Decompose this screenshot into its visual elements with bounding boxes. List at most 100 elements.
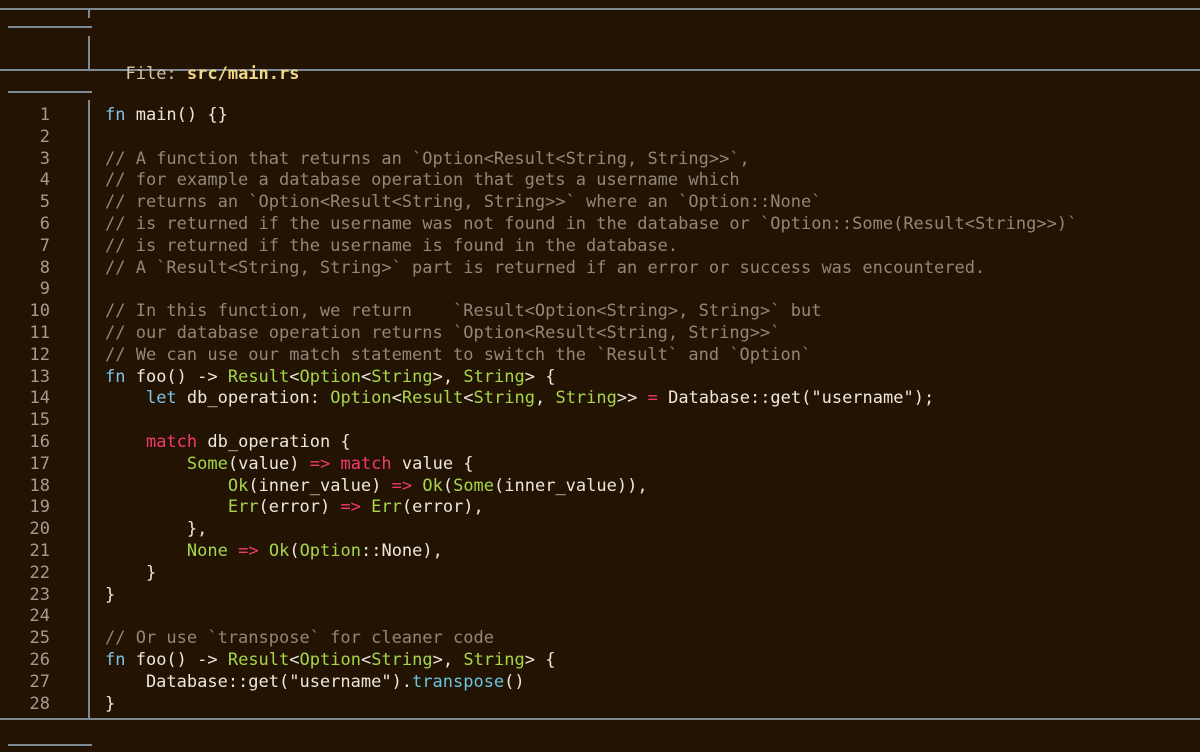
line-number: 28 [29,693,50,714]
code-token: >, [432,649,464,670]
code-token: String [463,366,525,387]
line-number: 21 [29,540,50,561]
code-token: Err [371,497,402,518]
code-line: fn foo() -> Result<Option<String>, Strin… [105,367,1200,389]
code-line: // A function that returns an `Option<Re… [105,149,1200,171]
code-token: Option [330,388,392,409]
code-line: Database::get("username").transpose() [105,672,1200,694]
code-token: => [340,497,361,518]
code-line: // In this function, we return `Result<O… [105,301,1200,323]
line-number: 11 [29,322,50,343]
code-line: // our database operation returns `Optio… [105,323,1200,345]
line-number: 20 [29,519,50,540]
code-token: String [463,649,525,670]
code-token: // Or use `transpose` for cleaner code [105,628,494,649]
code-token: (error) [258,497,341,518]
code-token: , [534,388,556,409]
code-token: ( [442,475,454,496]
code-token: Ok [227,475,249,496]
code-view[interactable]: fn main() {} // A function that returns a… [105,105,1200,715]
code-token: main() {} [125,105,228,125]
line-number: 6 [39,213,50,234]
code-line: }, [105,519,1200,541]
code-token: Database::get("username"). [105,671,413,692]
code-token: } [105,584,116,605]
code-token: foo() -> [125,649,228,670]
line-number: 13 [29,366,50,387]
line-number: 22 [29,562,50,583]
code-token: // is returned if the username is found … [105,235,679,256]
line-number: 14 [29,388,50,409]
code-line: } [105,563,1200,585]
code-token: match [340,453,392,474]
code-token: => [309,453,331,474]
code-token: String [473,388,535,409]
code-line: let db_operation: Option<Result<String, … [105,388,1200,410]
code-token: Some [453,475,495,496]
code-token: transpose [412,671,505,692]
line-number: 16 [29,431,50,452]
top-border-rule [0,8,1200,10]
code-token: Option [299,649,361,670]
code-token: Some [186,453,228,474]
line-number: 2 [39,126,50,147]
code-token: (inner_value) [248,475,392,496]
code-line: // We can use our match statement to swi… [105,345,1200,367]
file-header: File: src/main.rs [105,38,299,84]
code-token: () [504,671,525,692]
code-token: Option [299,540,361,561]
code-line: // is returned if the username is found … [105,236,1200,258]
code-token: Result [227,366,290,387]
line-number: 4 [39,170,50,191]
code-line: Ok(inner_value) => Ok(Some(inner_value))… [105,476,1200,498]
code-line: } [105,694,1200,716]
line-number: 1 [39,105,50,125]
line-number: 25 [29,628,50,649]
code-token: String [371,366,433,387]
header-gutter-divider [88,8,90,18]
code-token: fn [105,649,126,670]
line-number: 27 [29,671,50,692]
code-token: (inner_value)), [494,475,648,496]
header-gutter-divider-lower [88,36,90,70]
code-token: < [289,366,300,387]
code-token: None [186,540,228,561]
code-token: foo() -> [125,366,228,387]
footer-rule-left [8,744,92,746]
line-number: 8 [39,257,50,278]
code-token: // A function that returns an `Option<Re… [105,148,750,169]
code-line: // for example a database operation that… [105,170,1200,192]
code-bottom-rule [0,718,1200,720]
code-token: < [391,388,402,409]
line-number: 3 [39,148,50,169]
code-token: >> [616,388,648,409]
code-token: String [371,649,433,670]
code-token: // A `Result<String, String>` part is re… [105,257,986,278]
code-gutter-divider [88,100,90,718]
code-token: db_operation: [176,388,331,409]
code-token: Result [401,388,464,409]
line-number: 15 [29,410,50,431]
code-token: => [238,540,259,561]
code-token: => [391,475,413,496]
code-line: // returns an `Option<Result<String, Str… [105,192,1200,214]
code-token: (value) [227,453,310,474]
code-token: } [105,562,157,583]
code-token: }, [105,519,208,540]
code-line: // is returned if the username was not f… [105,214,1200,236]
code-token: // In this function, we return `Result<O… [105,301,822,322]
line-number: 5 [39,192,50,213]
code-token: Err [227,497,259,518]
code-top-rule-left [8,91,92,93]
code-token: (error), [401,497,484,518]
line-number: 7 [39,235,50,256]
